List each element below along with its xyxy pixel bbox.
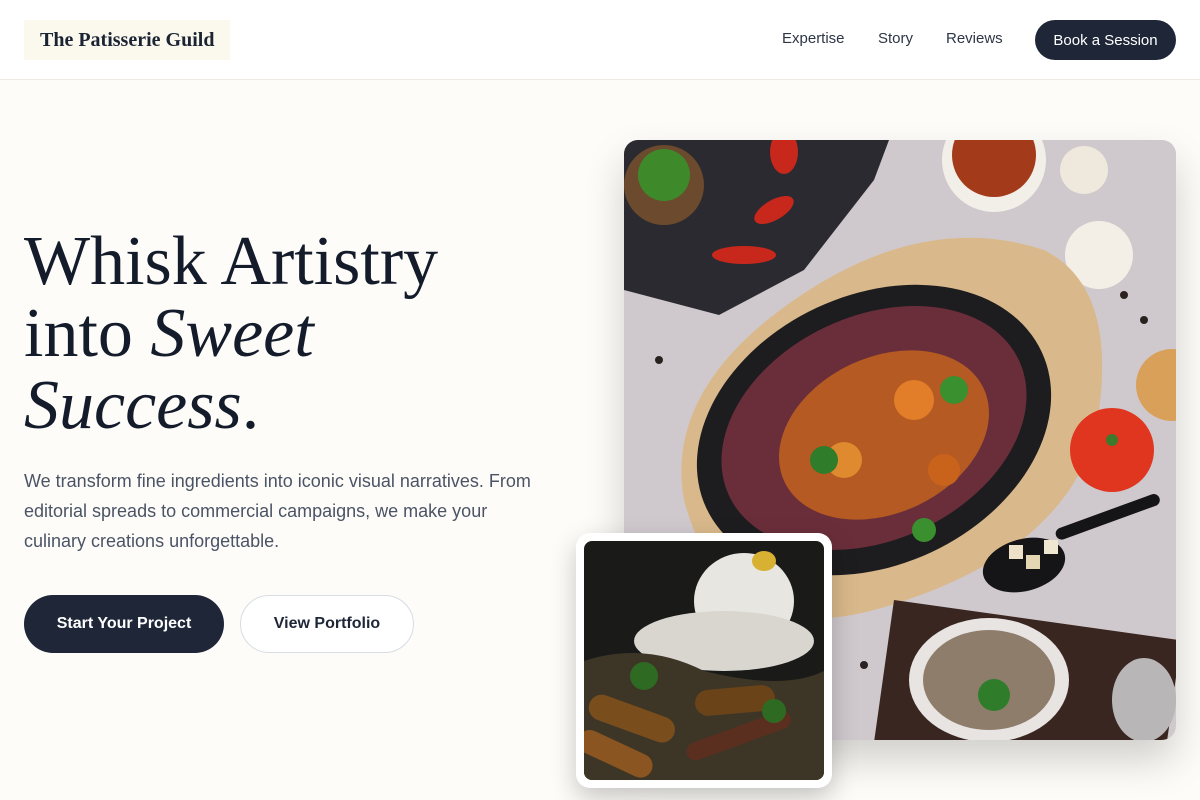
headline-line-2: into [24, 295, 151, 372]
book-session-button[interactable]: Book a Session [1035, 20, 1176, 60]
brand-logo[interactable]: The Patisserie Guild [24, 20, 231, 60]
grilled-corn-photo [584, 541, 824, 780]
headline-italic-success: Success [24, 367, 242, 444]
headline-line-1: Whisk Artistry [24, 223, 439, 300]
nav-link-expertise[interactable]: Expertise [782, 30, 845, 47]
nav-link-story[interactable]: Story [878, 30, 913, 47]
start-project-button[interactable]: Start Your Project [24, 595, 224, 653]
hero-subtext: We transform fine ingredients into iconi… [24, 471, 531, 551]
headline-period: . [241, 367, 260, 444]
hero-headline: Whisk Artistry into Sweet Success. [24, 226, 544, 442]
nav-link-reviews[interactable]: Reviews [946, 30, 1003, 47]
inset-photo-frame [576, 533, 832, 788]
view-portfolio-button[interactable]: View Portfolio [240, 595, 414, 653]
headline-italic-sweet: Sweet [150, 295, 314, 372]
top-navbar: The Patisserie Guild Expertise Story Rev… [0, 0, 1200, 80]
